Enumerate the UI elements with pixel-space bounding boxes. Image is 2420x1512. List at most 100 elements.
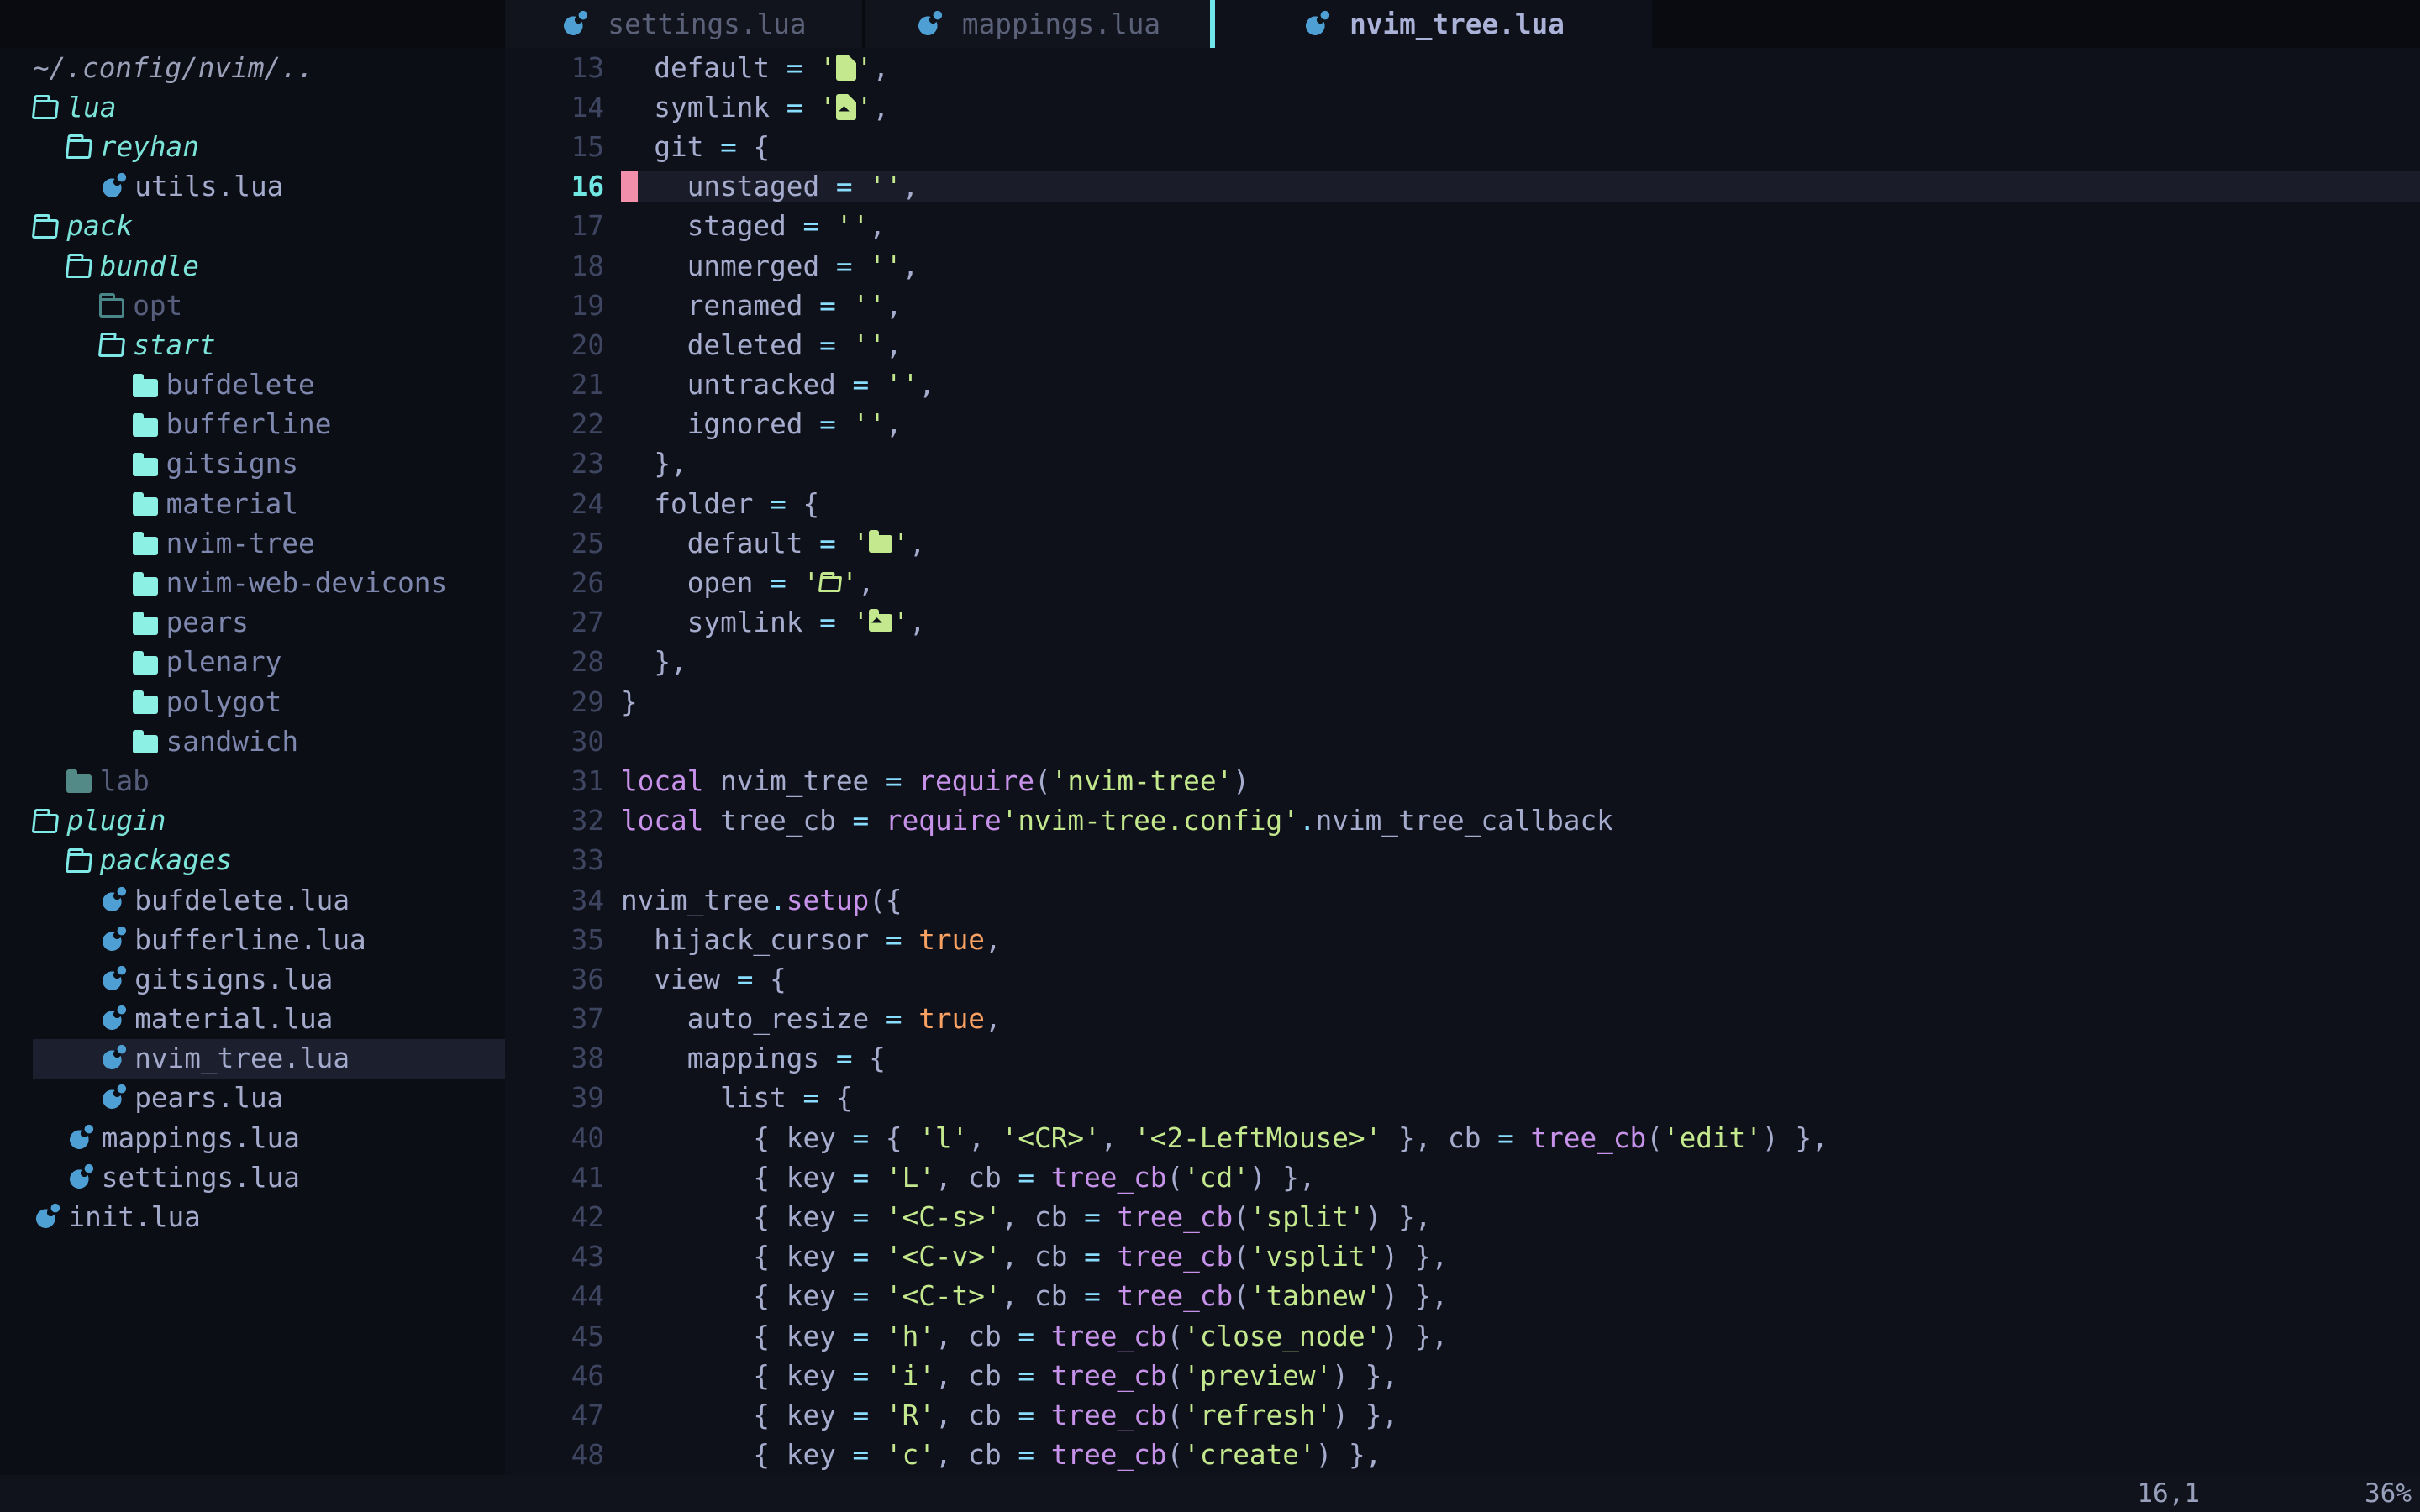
tree-item-label: bufdelete [166,369,315,401]
code-line[interactable]: 41 { key = 'L', cb = tree_cb('cd') }, [505,1158,2420,1197]
folder-icon [99,298,124,318]
line-number: 37 [505,1003,604,1035]
code-line[interactable]: 22 ignored = '', [505,405,2420,444]
tree-item-bufferline-lua[interactable]: bufferline.lua [0,920,505,959]
tree-item-lab[interactable]: lab [0,761,505,801]
code-line[interactable]: 17 staged = '', [505,207,2420,246]
code-line[interactable]: 24 folder = { [505,484,2420,523]
code-line[interactable]: 48 { key = 'c', cb = tree_cb('create') }… [505,1436,2420,1475]
code-line[interactable]: 42 { key = '<C-s>', cb = tree_cb('split'… [505,1197,2420,1236]
tree-item-label: mappings.lua [102,1122,300,1154]
code-text: symlink = '', [621,92,2420,123]
tree-item-sandwich[interactable]: sandwich [0,722,505,761]
code-line[interactable]: 21 untracked = '', [505,365,2420,405]
tree-item-utils-lua[interactable]: utils.lua [0,167,505,207]
line-number: 19 [505,290,604,322]
tree-item-label: pears.lua [134,1082,283,1114]
code-line[interactable]: 26 open = '', [505,563,2420,602]
tree-item-nvim-web-devicons[interactable]: nvim-web-devicons [0,563,505,602]
code-line[interactable]: 19 renamed = '', [505,286,2420,325]
tree-item-bufferline[interactable]: bufferline [0,405,505,444]
tree-item-nvim_tree-lua[interactable]: nvim_tree.lua [0,1039,505,1079]
lua-file-icon [99,1044,128,1073]
tree-item-label: bufferline [166,408,332,440]
tab-nvim_tree-lua[interactable]: nvim_tree.lua [1215,0,1652,48]
code-line[interactable]: 32local tree_cb = require'nvim-tree.conf… [505,801,2420,841]
code-text: renamed = '', [621,290,2420,322]
tree-item-packages[interactable]: packages [0,841,505,880]
code-line[interactable]: 28 }, [505,643,2420,682]
tree-item-label: lua [66,92,116,123]
line-number: 14 [505,92,604,123]
code-line[interactable]: 35 hijack_cursor = true, [505,920,2420,959]
tree-item-polygot[interactable]: polygot [0,682,505,722]
tree-item-material-lua[interactable]: material.lua [0,1000,505,1039]
tree-item-plugin[interactable]: plugin [0,801,505,841]
tree-item-bufdelete-lua[interactable]: bufdelete.lua [0,880,505,920]
code-line[interactable]: 27 symlink = '', [505,603,2420,643]
tree-item-start[interactable]: start [0,325,505,365]
code-line[interactable]: 34nvim_tree.setup({ [505,880,2420,920]
tree-item-label: plenary [166,646,282,678]
code-line[interactable]: 47 { key = 'R', cb = tree_cb('refresh') … [505,1395,2420,1435]
folder-solid-icon [133,735,158,753]
line-number: 39 [505,1082,604,1114]
code-line[interactable]: 36 view = { [505,959,2420,999]
tree-item-pears-lua[interactable]: pears.lua [0,1079,505,1118]
code-line[interactable]: 31local nvim_tree = require('nvim-tree') [505,761,2420,801]
code-line[interactable]: 45 { key = 'h', cb = tree_cb('close_node… [505,1316,2420,1356]
tree-item-label: pack [66,210,133,242]
tree-item-material[interactable]: material [0,484,505,523]
code-line[interactable]: 16 unstaged = '', [505,167,2420,207]
line-number: 26 [505,567,604,599]
code-line[interactable]: 37 auto_resize = true, [505,1000,2420,1039]
tree-item-gitsigns[interactable]: gitsigns [0,444,505,484]
tree-item-nvim-tree[interactable]: nvim-tree [0,523,505,563]
tree-item-mappings-lua[interactable]: mappings.lua [0,1118,505,1158]
code-line[interactable]: 18 unmerged = '', [505,246,2420,286]
tree-item-pack[interactable]: pack [0,207,505,246]
tree-item-opt[interactable]: opt [0,286,505,325]
tree-item-gitsigns-lua[interactable]: gitsigns.lua [0,959,505,999]
code-text: nvim_tree.setup({ [621,885,2420,916]
folder-solid-icon [133,418,158,437]
tree-item-lua[interactable]: lua [0,87,505,127]
code-line[interactable]: 39 list = { [505,1079,2420,1118]
code-line[interactable]: 29} [505,682,2420,722]
tree-item-pears[interactable]: pears [0,603,505,643]
code-text: auto_resize = true, [621,1003,2420,1035]
code-line[interactable]: 14 symlink = '', [505,87,2420,127]
tree-item-bufdelete[interactable]: bufdelete [0,365,505,405]
tree-item-init-lua[interactable]: init.lua [0,1197,505,1236]
code-text: symlink = '', [621,606,2420,638]
code-line[interactable]: 20 deleted = '', [505,325,2420,365]
code-line[interactable]: 46 { key = 'i', cb = tree_cb('preview') … [505,1356,2420,1395]
tree-item-label: reyhan [100,131,199,163]
tree-item-reyhan[interactable]: reyhan [0,127,505,166]
tree-item-settings-lua[interactable]: settings.lua [0,1158,505,1197]
lua-file-icon [33,1203,61,1231]
code-line[interactable]: 33 [505,841,2420,880]
code-line[interactable]: 43 { key = '<C-v>', cb = tree_cb('vsplit… [505,1237,2420,1277]
code-line[interactable]: 40 { key = { 'l', '<CR>', '<2-LeftMouse>… [505,1118,2420,1158]
line-number: 31 [505,765,604,797]
code-line[interactable]: 25 default = '', [505,523,2420,563]
code-line[interactable]: 23 }, [505,444,2420,484]
code-line[interactable]: 15 git = { [505,127,2420,166]
line-number: 47 [505,1399,604,1431]
tab-mappings-lua[interactable]: mappings.lua [865,0,1210,48]
code-line[interactable]: 44 { key = '<C-t>', cb = tree_cb('tabnew… [505,1277,2420,1316]
code-line[interactable]: 38 mappings = { [505,1039,2420,1079]
editor-panel[interactable]: 13 default = '',14 symlink = '',15 git =… [505,48,2420,1475]
code-line[interactable]: 13 default = '', [505,48,2420,87]
line-number: 36 [505,963,604,995]
tree-item-bundle[interactable]: bundle [0,246,505,286]
lua-file-icon [99,172,128,201]
tab-settings-lua[interactable]: settings.lua [505,0,862,48]
code-text: staged = '', [621,210,2420,242]
lua-file-icon [560,10,589,39]
lua-file-icon [99,1084,128,1112]
line-number: 45 [505,1320,604,1352]
tree-item-plenary[interactable]: plenary [0,643,505,682]
code-line[interactable]: 30 [505,722,2420,761]
